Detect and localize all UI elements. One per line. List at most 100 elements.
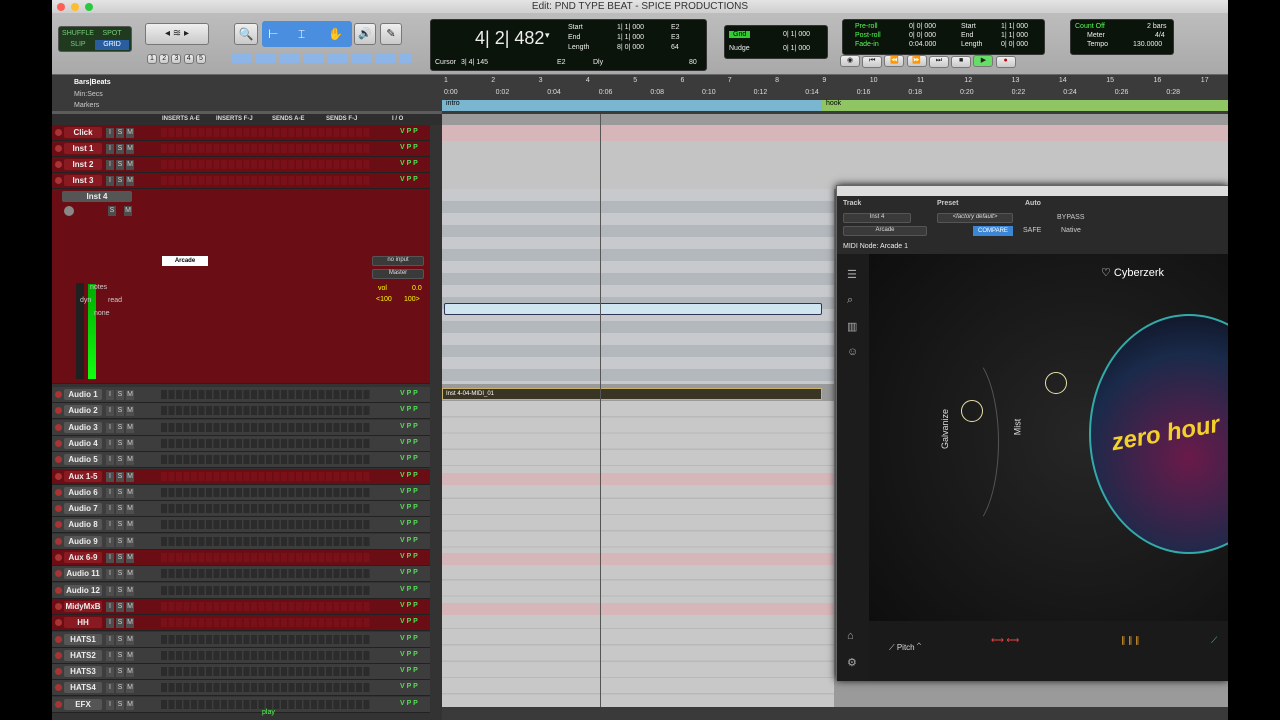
insert-send-slots[interactable] xyxy=(161,455,371,465)
mute-button[interactable]: M xyxy=(126,618,134,629)
compare-button[interactable]: COMPARE xyxy=(973,226,1013,236)
mute-button[interactable]: M xyxy=(126,585,134,596)
io-buttons[interactable]: V P P xyxy=(400,618,418,625)
markers-ruler-label[interactable]: Markers xyxy=(74,102,99,109)
io-buttons[interactable]: V P P xyxy=(400,504,418,511)
minimize-window-button[interactable] xyxy=(71,2,79,11)
trim-tool-icon[interactable]: ⊢ xyxy=(268,27,278,41)
mute-button[interactable]: M xyxy=(126,667,134,678)
input-monitor-button[interactable]: I xyxy=(106,128,114,138)
mute-button[interactable]: M xyxy=(126,160,134,170)
io-buttons[interactable]: V P P xyxy=(400,553,418,560)
solo-button[interactable]: S xyxy=(116,699,124,710)
counter-dropdown-icon[interactable]: ▾ xyxy=(545,30,550,41)
mute-button[interactable]: M xyxy=(126,471,134,482)
input-monitor-button[interactable]: I xyxy=(106,650,114,661)
track-name[interactable]: Inst 1 xyxy=(64,143,102,154)
solo-button[interactable]: S xyxy=(116,618,124,629)
io-buttons[interactable]: V P P xyxy=(400,455,418,462)
io-buttons[interactable]: V P P xyxy=(400,423,418,430)
input-monitor-button[interactable]: I xyxy=(106,471,114,482)
postroll-label[interactable]: Post-roll xyxy=(855,32,881,39)
track-name[interactable]: Inst 3 xyxy=(64,175,102,186)
solo-button[interactable]: S xyxy=(116,144,124,154)
fadein-label[interactable]: Fade-in xyxy=(855,41,879,48)
midi-note-bar[interactable] xyxy=(444,303,822,315)
insert-send-slots[interactable] xyxy=(161,601,371,611)
record-arm-button[interactable] xyxy=(55,423,62,431)
input-monitor-button[interactable]: I xyxy=(106,569,114,580)
io-buttons[interactable]: V P P xyxy=(400,667,418,674)
solo-button[interactable]: S xyxy=(116,160,124,170)
input-monitor-button[interactable]: I xyxy=(106,422,114,433)
mute-button[interactable]: M xyxy=(126,536,134,547)
output-selector[interactable]: Master xyxy=(372,269,424,279)
zoom-preset-3[interactable]: 3 xyxy=(171,54,182,64)
record-arm-button[interactable] xyxy=(55,602,62,610)
io-buttons[interactable]: V P P xyxy=(400,700,418,707)
input-monitor-button[interactable]: I xyxy=(106,144,114,154)
mute-button[interactable]: M xyxy=(126,176,134,186)
input-monitor-button[interactable]: I xyxy=(106,699,114,710)
mute-button[interactable]: M xyxy=(126,601,134,612)
zoom-preset-4[interactable]: 4 xyxy=(183,54,194,64)
record-arm-button[interactable] xyxy=(55,472,62,480)
solo-button[interactable]: S xyxy=(108,206,116,216)
mute-button[interactable]: M xyxy=(126,144,134,154)
solo-button[interactable]: S xyxy=(116,455,124,466)
insert-send-slots[interactable] xyxy=(161,487,371,497)
mute-button[interactable]: M xyxy=(126,520,134,531)
record-arm-button[interactable] xyxy=(55,635,62,643)
io-buttons[interactable]: V P P xyxy=(400,520,418,527)
insert-send-slots[interactable] xyxy=(161,422,371,432)
countoff-label[interactable]: Count Off xyxy=(1075,23,1105,30)
selector-tool-icon[interactable]: ⌶ xyxy=(298,27,305,42)
solo-button[interactable]: S xyxy=(116,553,124,563)
mute-button[interactable]: M xyxy=(126,699,134,710)
input-monitor-button[interactable]: I xyxy=(106,438,114,449)
solo-button[interactable]: S xyxy=(116,128,124,138)
record-arm-button[interactable] xyxy=(55,488,62,496)
countoff-value[interactable]: 2 bars xyxy=(1147,23,1166,30)
insert-send-slots[interactable] xyxy=(161,438,371,448)
track-name[interactable]: Audio 7 xyxy=(64,503,102,515)
input-monitor-button[interactable]: I xyxy=(106,455,114,466)
min-secs-ruler-label[interactable]: Min:Secs xyxy=(74,91,103,98)
solo-button[interactable]: S xyxy=(116,422,124,433)
input-monitor-button[interactable]: I xyxy=(106,176,114,186)
io-buttons[interactable]: V P P xyxy=(400,176,418,183)
playlist-selector[interactable]: none xyxy=(94,310,110,317)
io-buttons[interactable]: V P P xyxy=(400,128,418,135)
track-name[interactable]: Audio 5 xyxy=(64,454,102,466)
insert-send-slots[interactable] xyxy=(161,144,371,153)
io-buttons[interactable]: V P P xyxy=(400,683,418,690)
return-to-zero-icon[interactable]: ⏮ xyxy=(862,56,883,68)
kits-icon[interactable]: ▥ xyxy=(847,320,857,333)
track-name[interactable]: Click xyxy=(64,127,102,138)
galvanize-knob[interactable] xyxy=(961,400,983,422)
mute-button[interactable]: M xyxy=(126,650,134,661)
play-length-value[interactable]: 0| 0| 000 xyxy=(1001,41,1028,48)
insert-send-slots[interactable] xyxy=(161,536,371,546)
record-arm-button[interactable] xyxy=(55,651,62,659)
io-buttons[interactable]: V P P xyxy=(400,586,418,593)
track-name[interactable]: Audio 4 xyxy=(64,437,102,449)
record-arm-button[interactable] xyxy=(55,177,62,184)
hook-marker-region[interactable]: hook xyxy=(822,100,1228,111)
track-name[interactable]: HATS1 xyxy=(64,633,102,645)
rewind-icon[interactable]: ⏪ xyxy=(884,55,905,67)
tempo-value[interactable]: 130.0000 xyxy=(1133,41,1162,48)
insert-send-slots[interactable] xyxy=(161,128,371,137)
mute-button[interactable]: M xyxy=(126,504,134,515)
postroll-value[interactable]: 0| 0| 000 xyxy=(909,32,936,39)
record-arm-button[interactable] xyxy=(55,619,62,627)
input-monitor-button[interactable]: I xyxy=(106,601,114,612)
play-icon[interactable]: ▶ xyxy=(973,55,994,67)
io-buttons[interactable]: V P P xyxy=(400,569,418,576)
input-monitor-button[interactable]: I xyxy=(106,585,114,596)
solo-button[interactable]: S xyxy=(116,601,124,612)
insert-send-slots[interactable] xyxy=(161,650,371,660)
solo-button[interactable]: S xyxy=(116,487,124,498)
input-monitor-button[interactable]: I xyxy=(106,160,114,170)
insert-send-slots[interactable] xyxy=(161,553,371,562)
